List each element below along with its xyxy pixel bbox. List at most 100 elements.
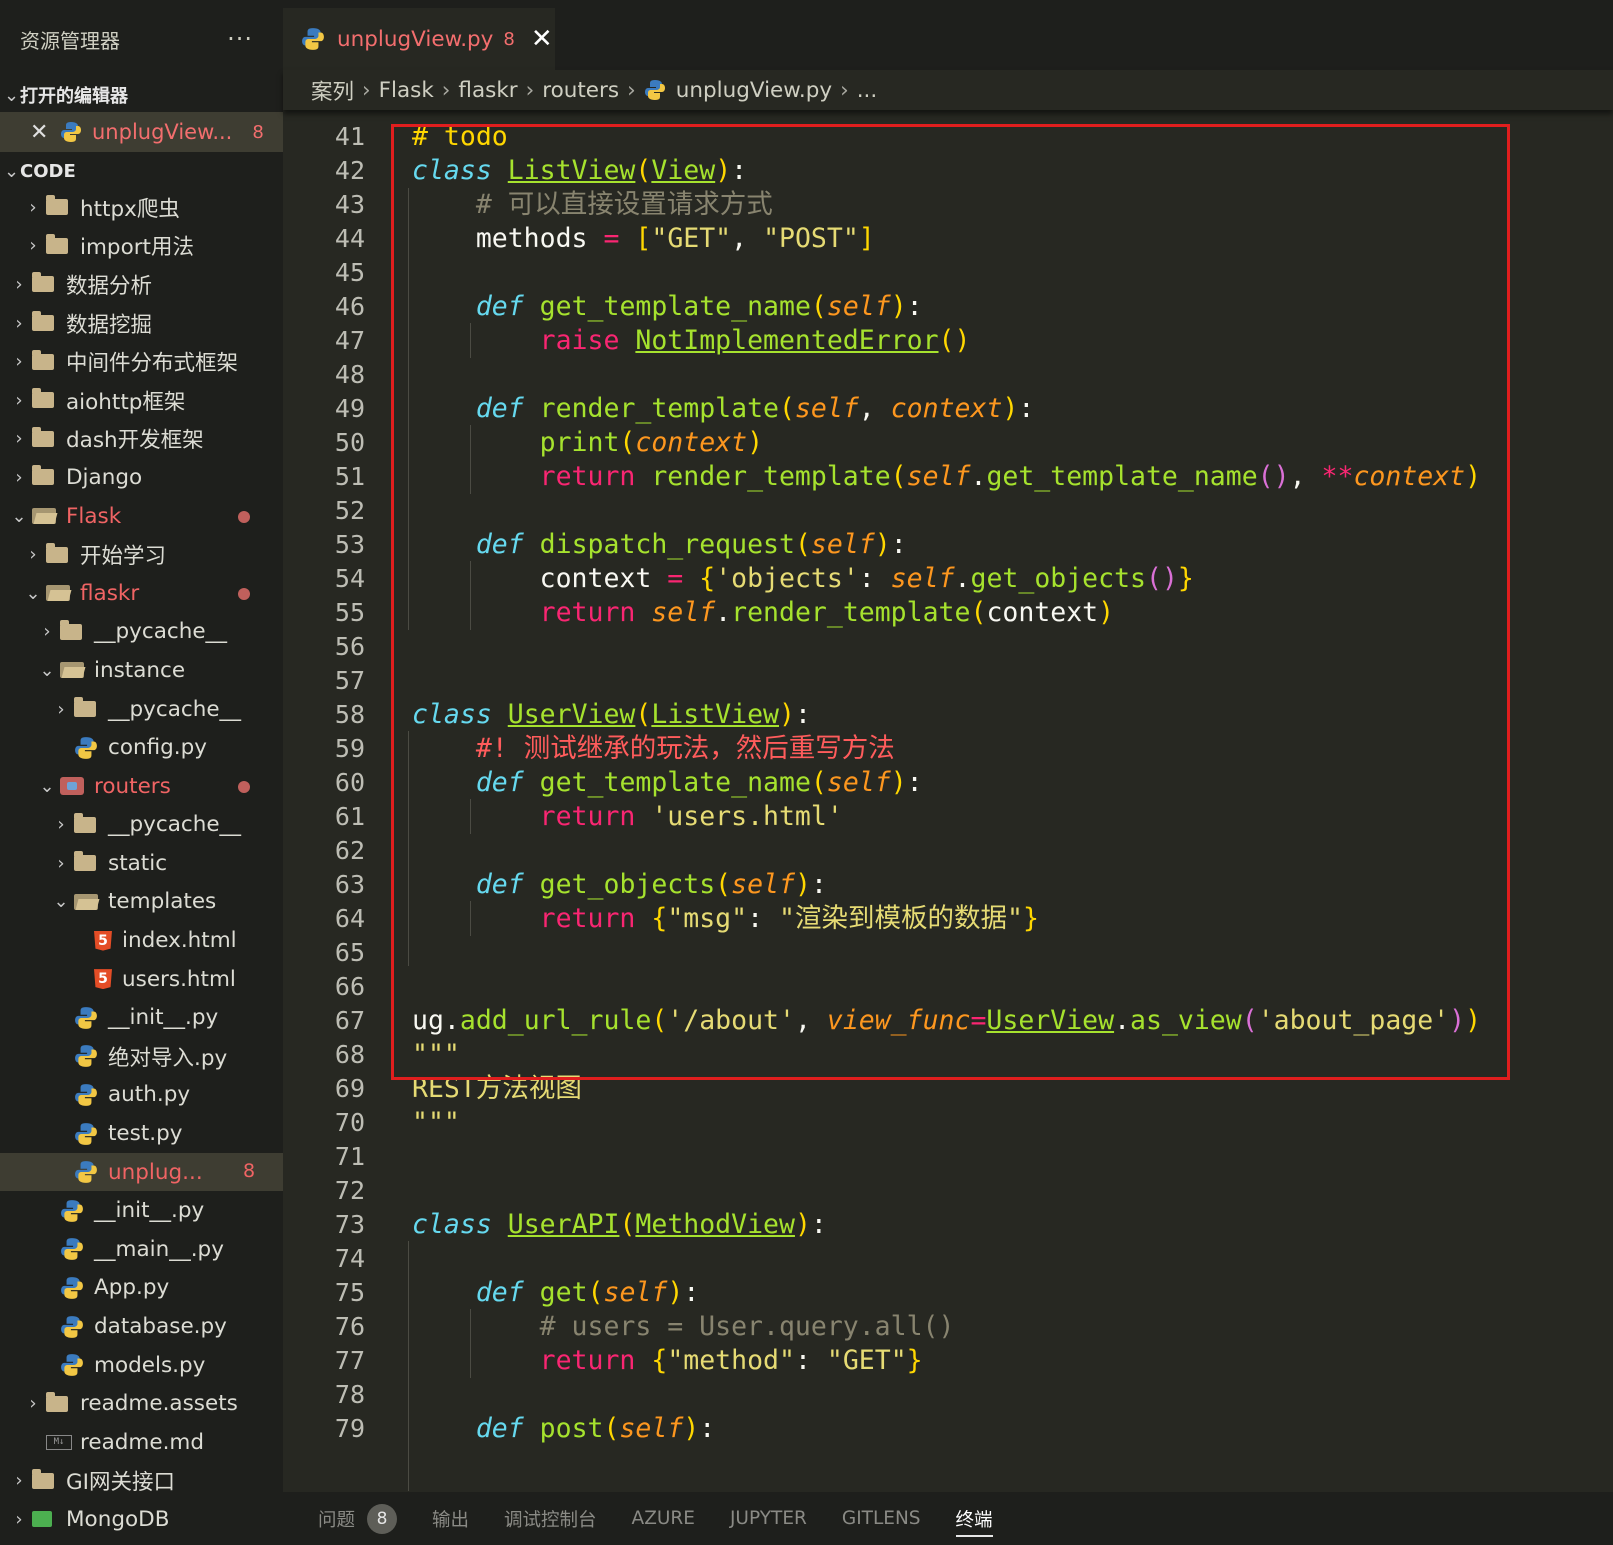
tab-unplugview[interactable]: unplugView.py 8 ✕ [283, 8, 555, 70]
chevron-right-icon: › [15, 466, 23, 488]
chevron-right-icon: › [15, 312, 23, 334]
tree-item[interactable]: __main__.py [0, 1230, 283, 1269]
close-icon[interactable]: ✕ [531, 24, 553, 54]
code-line: """ [412, 1039, 460, 1070]
routers-folder-icon [60, 777, 90, 796]
open-editor-item[interactable]: ✕ unplugView... 8 [0, 112, 283, 152]
python-icon [60, 1315, 90, 1339]
tree-item[interactable]: › GI网关接口 [0, 1462, 283, 1501]
tree-item[interactable]: 绝对导入.py [0, 1037, 283, 1076]
tree-item[interactable]: › 中间件分布式框架 [0, 342, 283, 381]
line-number: 53 [334, 530, 365, 559]
close-icon[interactable]: ✕ [30, 120, 60, 145]
tab-jupyter[interactable]: JUPYTER [730, 1492, 807, 1545]
tree-item-label: __init__.py [108, 1005, 219, 1031]
line-number: 72 [334, 1176, 365, 1205]
tree-item[interactable]: › httpx爬虫 [0, 188, 283, 227]
tree-item[interactable]: › readme.assets [0, 1384, 283, 1423]
chevron-right-icon: › [15, 1470, 23, 1492]
tab-output[interactable]: 输出 [432, 1492, 469, 1545]
tree-item[interactable]: › MongoDB [0, 1500, 283, 1539]
open-editors-label: 打开的编辑器 [20, 86, 128, 107]
tree-item[interactable]: models.py [0, 1346, 283, 1385]
folder-icon [46, 542, 76, 563]
tree-item[interactable]: auth.py [0, 1076, 283, 1115]
tree-item[interactable]: M↓ readme.md [0, 1423, 283, 1462]
code-line: def render_template(self, context): [475, 393, 1035, 424]
code-editor[interactable]: 41 42 43 44 45 46 47 48 49 50 51 52 53 54 55 56 57 58 59 60… [283, 110, 1613, 1492]
tree-item[interactable]: ⌄ routers [0, 767, 283, 806]
tree-item[interactable]: › aiohttp框架 [0, 381, 283, 420]
breadcrumb-item[interactable]: Flask [379, 78, 434, 103]
tree-item[interactable]: › dash开发框架 [0, 420, 283, 459]
tree-item-label: readme.md [80, 1429, 205, 1455]
tree-item[interactable]: › 数据分析 [0, 265, 283, 304]
tree-item-label: unplug... [108, 1159, 203, 1185]
line-number: 68 [334, 1040, 365, 1069]
python-icon [60, 121, 92, 143]
line-number: 76 [334, 1312, 365, 1341]
html-icon: 5 [88, 930, 118, 951]
tree-item[interactable]: › 数据挖掘 [0, 304, 283, 343]
folder-open-icon [32, 508, 62, 525]
tree-item-label: users.html [122, 966, 236, 992]
tree-item[interactable]: database.py [0, 1307, 283, 1346]
tree-item[interactable]: › import用法 [0, 227, 283, 266]
tree-item-label: __pycache__ [108, 812, 242, 838]
panel-tab-label: AZURE [631, 1508, 695, 1529]
tree-item-label: 绝对导入.py [108, 1045, 228, 1071]
code-line: return self.render_template(context) [539, 597, 1115, 628]
tree-item[interactable]: ⌄ Flask [0, 497, 283, 536]
code-line: # 可以直接设置请求方式 [412, 187, 773, 222]
tree-item[interactable]: 5 index.html [0, 921, 283, 960]
chevron-right-icon: › [15, 273, 23, 295]
tree-item[interactable]: ⌄ flaskr [0, 574, 283, 613]
folder-icon [60, 619, 90, 640]
code-line: class UserView(ListView): [412, 699, 811, 730]
chevron-right-icon: › [43, 621, 51, 643]
tree-item[interactable]: › 开始学习 [0, 535, 283, 574]
tree-item[interactable]: __init__.py [0, 1191, 283, 1230]
more-actions-icon[interactable]: ··· [227, 25, 253, 53]
code-line: return {"msg": "渲染到模板的数据"} [539, 903, 1039, 934]
tree-item[interactable]: 5 users.html [0, 960, 283, 999]
breadcrumb-item[interactable]: ... [857, 78, 878, 103]
chevron-right-icon: › [57, 852, 65, 874]
line-number: 71 [334, 1142, 365, 1171]
tree-item[interactable]: config.py [0, 728, 283, 767]
breadcrumb-item[interactable]: 案列 [311, 75, 354, 106]
tree-item[interactable]: unplug... 8 [0, 1152, 283, 1192]
tree-item-label: static [108, 850, 168, 876]
tree-item[interactable]: › __pycache__ [0, 806, 283, 845]
tab-problems[interactable]: 问题 8 [318, 1492, 398, 1545]
tree-item-label: import用法 [80, 235, 194, 261]
line-number: 62 [334, 836, 365, 865]
tree-item-label: flaskr [80, 580, 140, 606]
open-editors-section[interactable]: ⌄ 打开的编辑器 [0, 78, 283, 112]
tree-item[interactable]: › static [0, 844, 283, 883]
line-number: 74 [334, 1244, 365, 1273]
breadcrumb-item[interactable]: unplugView.py [676, 78, 832, 103]
tree-item[interactable]: ⌄ instance [0, 651, 283, 690]
breadcrumb-item[interactable]: flaskr [458, 78, 517, 103]
tree-item-label: __pycache__ [108, 696, 242, 722]
chevron-right-icon: › [29, 1393, 37, 1415]
tree-item[interactable]: test.py [0, 1114, 283, 1153]
code-line: class ListView(View): [412, 155, 748, 186]
tab-terminal[interactable]: 终端 [955, 1492, 993, 1545]
tab-debug-console[interactable]: 调试控制台 [504, 1492, 597, 1545]
tree-item[interactable]: › Django [0, 458, 283, 497]
tab-gitlens[interactable]: GITLENS [842, 1492, 921, 1545]
tab-azure[interactable]: AZURE [632, 1492, 695, 1545]
chevron-right-icon: › [57, 814, 65, 836]
tree-item[interactable]: › __pycache__ [0, 613, 283, 652]
line-number: 43 [334, 190, 365, 219]
breadcrumb-item[interactable]: routers [542, 78, 619, 103]
tree-item[interactable]: App.py [0, 1269, 283, 1308]
tree-item-label: httpx爬虫 [80, 196, 180, 222]
tree-item[interactable]: ⌄ templates [0, 883, 283, 922]
tree-item[interactable]: __init__.py [0, 998, 283, 1037]
code-line: #! 测试继承的玩法，然后重写方法 [412, 731, 895, 766]
workspace-section[interactable]: ⌄ CODE [0, 154, 283, 188]
tree-item[interactable]: › __pycache__ [0, 690, 283, 729]
